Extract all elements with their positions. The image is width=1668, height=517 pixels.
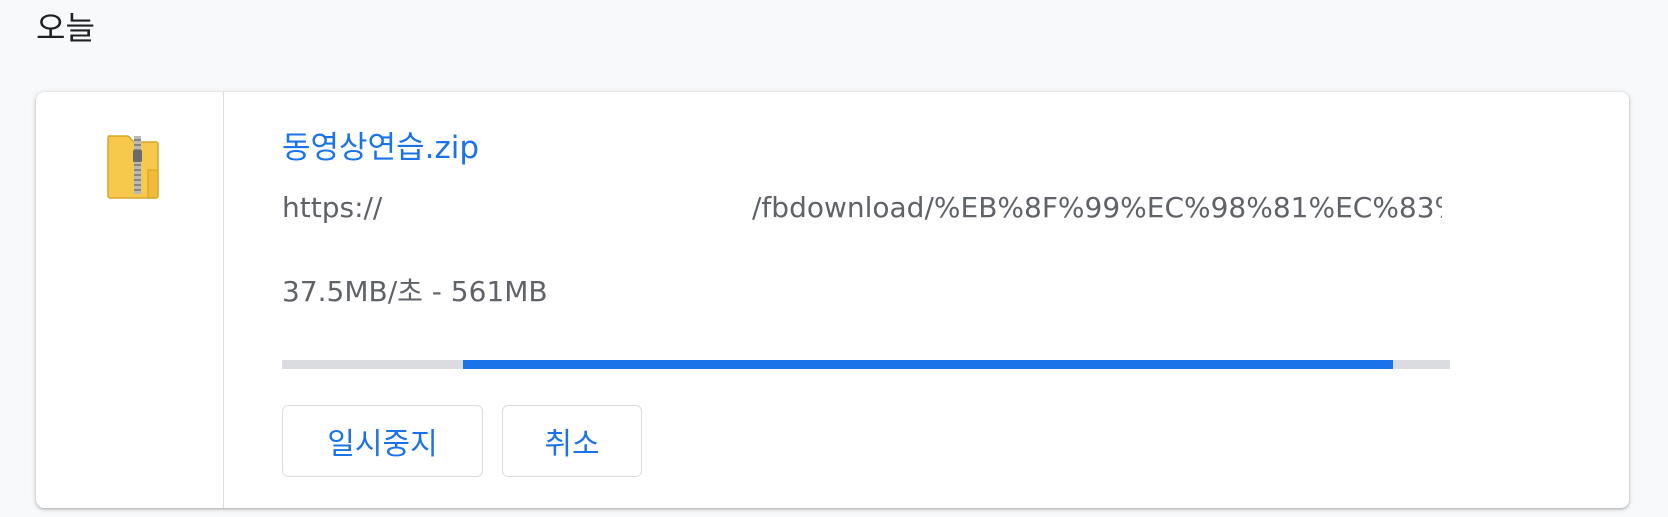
download-item-card: 동영상연습.zip https:// /fbdownload/%EB%8F%99…	[36, 92, 1629, 508]
download-details: 동영상연습.zip https:// /fbdownload/%EB%8F%99…	[282, 92, 1629, 508]
file-name-link[interactable]: 동영상연습.zip	[282, 128, 479, 168]
progress-bar	[282, 360, 1450, 369]
zip-folder-icon[interactable]	[104, 132, 160, 202]
download-status: 37.5MB/초 - 561MB	[282, 275, 548, 308]
source-url: https:// /fbdownload/%EB%8F%99%EC%98%81%…	[282, 190, 1442, 226]
file-icon-column	[36, 92, 224, 508]
cancel-button[interactable]: 취소	[502, 405, 642, 477]
pause-button[interactable]: 일시중지	[282, 405, 483, 477]
url-prefix: https://	[282, 191, 383, 224]
progress-bar-fill	[463, 360, 1393, 369]
url-tail: /fbdownload/%EB%8F%99%EC%98%81%EC%83%…	[752, 191, 1442, 224]
date-section-title: 오늘	[36, 9, 95, 47]
